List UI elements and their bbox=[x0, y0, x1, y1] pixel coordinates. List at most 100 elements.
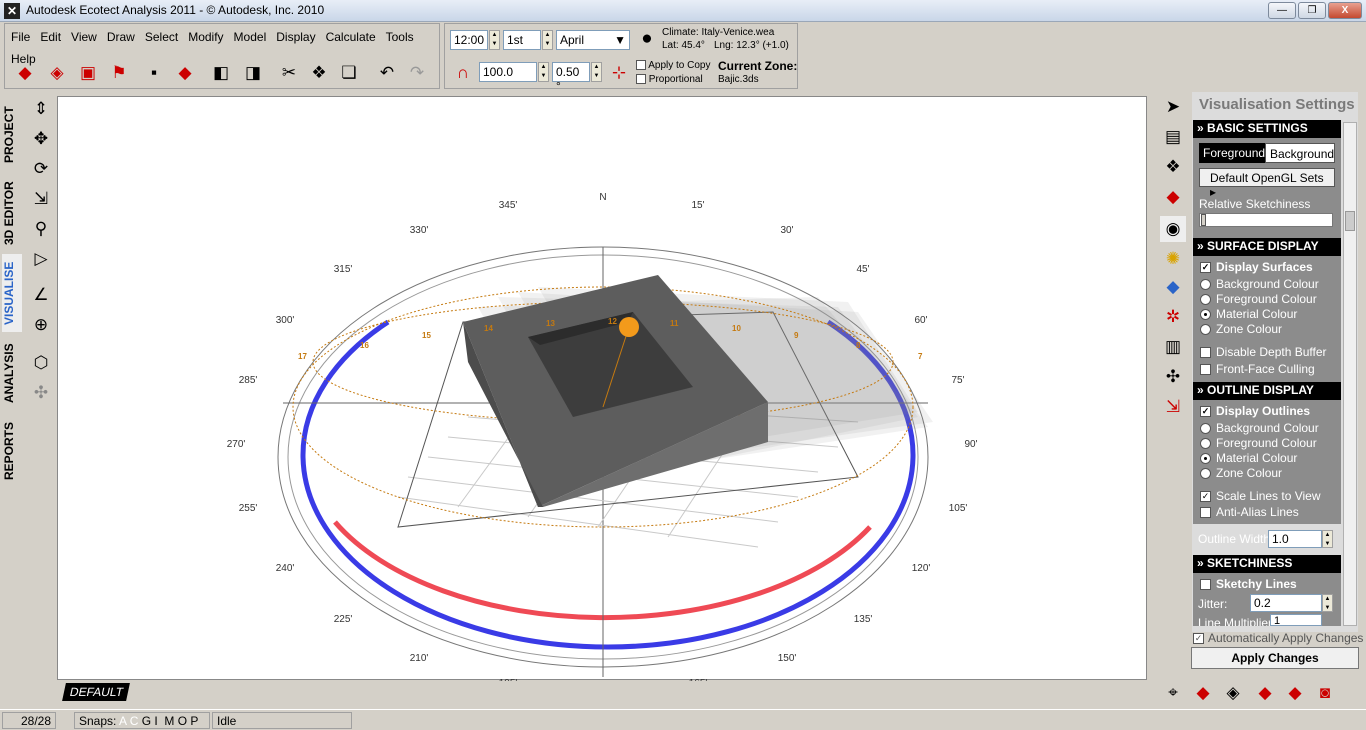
opengl-sets-button[interactable]: Default OpenGL Sets ▸ bbox=[1199, 168, 1335, 199]
menu-tools[interactable]: Tools bbox=[381, 26, 419, 48]
scale-spinner[interactable]: ▲ ▼ bbox=[538, 62, 549, 82]
surface-fg-radio[interactable]: Foreground Colour bbox=[1200, 292, 1317, 306]
globe-icon[interactable]: ● bbox=[634, 26, 660, 52]
axis-icon[interactable]: ⊹ bbox=[606, 60, 632, 86]
outline-bg-radio[interactable]: Background Colour bbox=[1200, 421, 1319, 435]
export-icon[interactable]: ⚑ bbox=[106, 60, 132, 86]
menu-display[interactable]: Display bbox=[271, 26, 320, 48]
culling-checkbox[interactable]: Front-Face Culling bbox=[1200, 362, 1315, 376]
display-surfaces-checkbox[interactable]: ✓ Display Surfaces bbox=[1200, 260, 1313, 274]
depth-buffer-checkbox[interactable]: Disable Depth Buffer bbox=[1200, 345, 1327, 359]
maximize-button[interactable]: ❐ bbox=[1298, 2, 1326, 19]
tab-3d-editor[interactable]: 3D EDITOR bbox=[2, 176, 22, 250]
menu-view[interactable]: View bbox=[66, 26, 102, 48]
surface-zone-radio[interactable]: Zone Colour bbox=[1200, 322, 1282, 336]
open-file-icon[interactable]: ◈ bbox=[44, 60, 70, 86]
jitter-field[interactable]: 0.2 bbox=[1250, 594, 1322, 612]
surface-display-header[interactable]: » SURFACE DISPLAY bbox=[1193, 238, 1341, 256]
menu-select[interactable]: Select bbox=[140, 26, 183, 48]
display-outlines-checkbox[interactable]: ✓ Display Outlines bbox=[1200, 404, 1310, 418]
foreground-button[interactable]: Foreground bbox=[1199, 143, 1265, 163]
scale-lines-checkbox[interactable]: ✓ Scale Lines to View bbox=[1200, 489, 1321, 503]
viewport-tab[interactable]: DEFAULT bbox=[62, 683, 130, 701]
menu-edit[interactable]: Edit bbox=[35, 26, 66, 48]
save-file-icon[interactable]: ▣ bbox=[75, 60, 101, 86]
scroll-thumb[interactable] bbox=[1345, 211, 1355, 231]
scale-field[interactable]: 100.0 bbox=[479, 62, 537, 82]
outline-width-field[interactable]: 1.0 bbox=[1268, 530, 1322, 548]
surface-bg-radio[interactable]: Background Colour bbox=[1200, 277, 1319, 291]
materials-icon[interactable]: ◆ bbox=[172, 60, 198, 86]
zone-edit-icon[interactable]: ◨ bbox=[240, 60, 266, 86]
cut-icon[interactable]: ✂ bbox=[276, 60, 302, 86]
sketchy-lines-checkbox[interactable]: Sketchy Lines bbox=[1200, 577, 1297, 591]
multiplier-field[interactable]: 1 bbox=[1270, 614, 1322, 626]
tab-project[interactable]: PROJECT bbox=[2, 96, 22, 174]
slider-thumb[interactable] bbox=[1201, 214, 1206, 226]
render-icon[interactable]: ◆ bbox=[1190, 680, 1216, 706]
book-icon[interactable]: ▤ bbox=[1160, 124, 1186, 150]
paste-icon[interactable]: ❏ bbox=[336, 60, 362, 86]
surface-material-radio[interactable]: Material Colour bbox=[1200, 307, 1297, 321]
time-spinner[interactable]: ▲ ▼ bbox=[489, 30, 500, 50]
select-cursor-icon[interactable]: ➤ bbox=[1160, 94, 1186, 120]
outline-display-header[interactable]: » OUTLINE DISPLAY bbox=[1193, 382, 1341, 400]
menu-file[interactable]: File bbox=[6, 26, 35, 48]
perspective-icon[interactable]: ▷ bbox=[28, 246, 54, 272]
magnet-icon[interactable]: ∩ bbox=[450, 60, 476, 86]
pan-icon[interactable]: ✥ bbox=[28, 126, 54, 152]
undo-icon[interactable]: ↶ bbox=[374, 60, 400, 86]
menu-calculate[interactable]: Calculate bbox=[321, 26, 381, 48]
sketchiness-header[interactable]: » SKETCHINESS bbox=[1193, 555, 1341, 573]
minimize-button[interactable]: — bbox=[1268, 2, 1296, 19]
rotate-icon[interactable]: ⟳ bbox=[28, 156, 54, 182]
outline-width-spinner[interactable]: ▲ ▼ bbox=[1322, 530, 1333, 548]
zoom-icon[interactable]: ⚲ bbox=[28, 216, 54, 242]
tab-visualise[interactable]: VISUALISE bbox=[2, 254, 22, 332]
new-file-icon[interactable]: ◆ bbox=[12, 60, 38, 86]
camera-icon[interactable]: ◙ bbox=[1312, 680, 1338, 706]
column-icon[interactable]: ▥ bbox=[1160, 334, 1186, 360]
tab-analysis[interactable]: ANALYSIS bbox=[2, 336, 22, 410]
3d-viewport[interactable]: N 15' 30' 45' 60' 75' 90' 105' 120' 135' 150' 165' 1… bbox=[57, 96, 1147, 701]
outline-material-radio[interactable]: Material Colour bbox=[1200, 451, 1297, 465]
basic-settings-header[interactable]: » BASIC SETTINGS bbox=[1193, 120, 1341, 138]
apply-copy-checkbox[interactable]: Apply to Copy bbox=[636, 60, 711, 71]
axes-icon[interactable]: ∠ bbox=[28, 282, 54, 308]
menu-modify[interactable]: Modify bbox=[183, 26, 228, 48]
tab-reports[interactable]: REPORTS bbox=[2, 414, 22, 488]
material-icon[interactable]: ◆ bbox=[1160, 184, 1186, 210]
panel-scrollbar[interactable] bbox=[1343, 122, 1357, 626]
angle-spinner[interactable]: ▲ ▼ bbox=[591, 62, 602, 82]
transform-icon[interactable]: ✣ bbox=[1160, 364, 1186, 390]
month-select[interactable]: April ▼ bbox=[556, 30, 630, 50]
sketch-icon[interactable]: ◆ bbox=[1252, 680, 1278, 706]
grid-3d-icon[interactable]: ◆ bbox=[1160, 274, 1186, 300]
zone-icon[interactable]: ◧ bbox=[208, 60, 234, 86]
network-icon[interactable]: ❖ bbox=[1160, 154, 1186, 180]
export-icon[interactable]: ⇲ bbox=[1160, 394, 1186, 420]
sun-icon[interactable]: ✺ bbox=[1160, 246, 1186, 272]
background-button[interactable]: Background bbox=[1265, 143, 1335, 163]
time-field[interactable]: 12:00 bbox=[450, 30, 488, 50]
proportional-checkbox[interactable]: Proportional bbox=[636, 74, 703, 85]
select-tool-icon[interactable]: ⌖ bbox=[1160, 680, 1186, 706]
copy-icon[interactable]: ❖ bbox=[306, 60, 332, 86]
orbit-vertical-icon[interactable]: ⇕ bbox=[28, 96, 54, 122]
shaded-icon[interactable]: ◈ bbox=[1220, 680, 1246, 706]
move-icon[interactable]: ✣ bbox=[28, 380, 54, 406]
sketchiness-slider[interactable] bbox=[1199, 213, 1333, 227]
cube-icon[interactable]: ⬡ bbox=[28, 350, 54, 376]
angle-field[interactable]: 0.50 ° bbox=[552, 62, 590, 93]
apply-changes-button[interactable]: Apply Changes bbox=[1191, 647, 1359, 669]
jitter-spinner[interactable]: ▲ ▼ bbox=[1322, 594, 1333, 612]
menu-draw[interactable]: Draw bbox=[102, 26, 140, 48]
antialias-checkbox[interactable]: Anti-Alias Lines bbox=[1200, 505, 1299, 519]
crosshair-icon[interactable]: ⊕ bbox=[28, 312, 54, 338]
chip-icon[interactable]: ▪ bbox=[141, 60, 167, 86]
walk-icon[interactable]: ⇲ bbox=[28, 186, 54, 212]
outline-zone-radio[interactable]: Zone Colour bbox=[1200, 466, 1282, 480]
menu-model[interactable]: Model bbox=[229, 26, 272, 48]
day-spinner[interactable]: ▲ ▼ bbox=[542, 30, 553, 50]
nodes-icon[interactable]: ✲ bbox=[1160, 304, 1186, 330]
